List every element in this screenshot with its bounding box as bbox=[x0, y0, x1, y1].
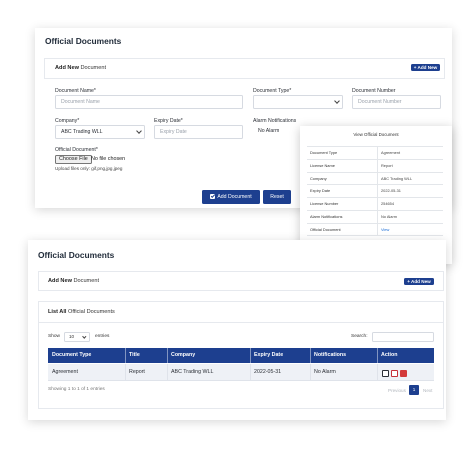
showing-entries: Showing 1 to 1 of 1 entries bbox=[48, 387, 105, 392]
search-input[interactable] bbox=[372, 332, 434, 342]
document-type-label: Document Type* bbox=[253, 88, 292, 94]
divider bbox=[38, 322, 444, 323]
entries-label: entries bbox=[95, 334, 110, 339]
document-name-label: Document Name* bbox=[55, 88, 96, 94]
cell-notifications: No Alarm bbox=[314, 369, 336, 375]
view-document-link[interactable]: View bbox=[381, 224, 389, 235]
column-header[interactable]: Expiry Date bbox=[254, 348, 283, 363]
expiry-date-label: Expiry Date* bbox=[154, 118, 183, 124]
cell-expiry-date: 2022-05-31 bbox=[254, 369, 282, 375]
divider bbox=[377, 198, 378, 211]
divider bbox=[167, 348, 168, 363]
panel-title: Add New Document bbox=[48, 278, 99, 284]
table-header: Document Type Title Company Expiry Date … bbox=[48, 348, 434, 363]
modal-row: License Name Report bbox=[307, 158, 443, 172]
entries-select[interactable]: 10 bbox=[64, 332, 90, 342]
add-new-button[interactable]: + Add New bbox=[404, 278, 434, 285]
file-status: No file chosen bbox=[91, 156, 126, 162]
modal-row: Official Document View bbox=[307, 222, 443, 236]
row-key: Expiry Date bbox=[310, 188, 331, 194]
reset-button[interactable]: Reset bbox=[263, 190, 291, 204]
row-key: Company bbox=[310, 175, 327, 181]
company-label: Company* bbox=[55, 118, 80, 124]
divider bbox=[310, 348, 311, 363]
alarm-label: Alarm Notifications bbox=[253, 118, 297, 124]
document-number-label: Document Number bbox=[352, 88, 396, 94]
row-value: 2022-05-31 bbox=[381, 188, 401, 194]
delete-icon[interactable] bbox=[400, 370, 407, 377]
column-header[interactable]: Title bbox=[129, 348, 140, 363]
divider bbox=[377, 147, 378, 159]
row-value: 254654 bbox=[381, 201, 394, 207]
expiry-date-input[interactable]: Expiry Date bbox=[154, 125, 243, 139]
divider bbox=[377, 223, 378, 236]
modal-row: License Number 254654 bbox=[307, 197, 443, 211]
search-label: Search: bbox=[351, 334, 368, 339]
divider bbox=[125, 348, 126, 363]
page-title: Official Documents bbox=[45, 36, 122, 46]
divider bbox=[377, 211, 378, 223]
modal-row: Document Type Agreement bbox=[307, 146, 443, 159]
row-key: Official Document bbox=[310, 226, 341, 232]
document-name-input[interactable]: Document Name bbox=[55, 95, 243, 109]
divider bbox=[125, 364, 126, 381]
row-key: License Number bbox=[310, 201, 339, 207]
check-icon bbox=[210, 193, 216, 199]
column-header[interactable]: Document Type bbox=[52, 348, 91, 363]
page-title: Official Documents bbox=[38, 250, 115, 260]
official-document-label: Official Document* bbox=[55, 147, 98, 153]
row-key: Alarm Notifications bbox=[310, 214, 343, 219]
row-value: Report bbox=[381, 162, 393, 168]
modal-row: Alarm Notifications No Alarm bbox=[307, 210, 443, 223]
divider bbox=[167, 364, 168, 381]
divider bbox=[250, 348, 251, 363]
modal-row: Expiry Date 2022-05-31 bbox=[307, 184, 443, 198]
document-number-input[interactable]: Document Number bbox=[352, 95, 441, 109]
divider bbox=[377, 185, 378, 198]
row-key: Document Type bbox=[310, 150, 338, 155]
divider bbox=[377, 159, 378, 172]
add-new-button[interactable]: + Add New bbox=[411, 64, 440, 71]
modal-title: View Official Document bbox=[353, 132, 399, 137]
add-document-button[interactable]: Add Document bbox=[202, 190, 260, 204]
modal-row: Company ABC Trading WLL bbox=[307, 171, 443, 185]
divider bbox=[377, 172, 378, 185]
table-row: Agreement Report ABC Trading WLL 2022-05… bbox=[48, 364, 434, 381]
row-key: License Name bbox=[310, 162, 335, 168]
cell-company: ABC Trading WLL bbox=[171, 369, 214, 375]
list-title: List All Official Documents bbox=[48, 309, 115, 315]
column-header[interactable]: Company bbox=[171, 348, 195, 363]
choose-file-button[interactable]: Choose File bbox=[55, 155, 92, 164]
company-select[interactable]: ABC Trading WLL bbox=[55, 125, 145, 139]
row-value: Agreement bbox=[381, 150, 401, 155]
cell-title: Report bbox=[129, 369, 145, 375]
upload-hint: Upload files only: gif,png,jpg,jpeg bbox=[55, 166, 123, 171]
document-type-select[interactable] bbox=[253, 95, 343, 109]
divider bbox=[310, 364, 311, 381]
panel-title: Add New Document bbox=[55, 65, 106, 71]
column-header[interactable]: Notifications bbox=[314, 348, 346, 363]
row-value: No Alarm bbox=[381, 214, 397, 219]
column-header: Action bbox=[381, 352, 398, 358]
pagination-next[interactable]: Next bbox=[423, 388, 432, 393]
edit-icon[interactable] bbox=[382, 370, 389, 377]
pagination-previous[interactable]: Previous bbox=[388, 388, 406, 393]
divider bbox=[250, 364, 251, 381]
show-label: Show bbox=[48, 334, 60, 339]
view-icon[interactable] bbox=[391, 370, 398, 377]
divider bbox=[377, 364, 378, 381]
divider bbox=[377, 348, 378, 363]
add-document-label: Add Document bbox=[217, 194, 252, 200]
cell-document-type: Agreement bbox=[52, 369, 78, 375]
pagination-current-page[interactable]: 1 bbox=[409, 385, 419, 395]
row-value: ABC Trading WLL bbox=[381, 175, 413, 181]
